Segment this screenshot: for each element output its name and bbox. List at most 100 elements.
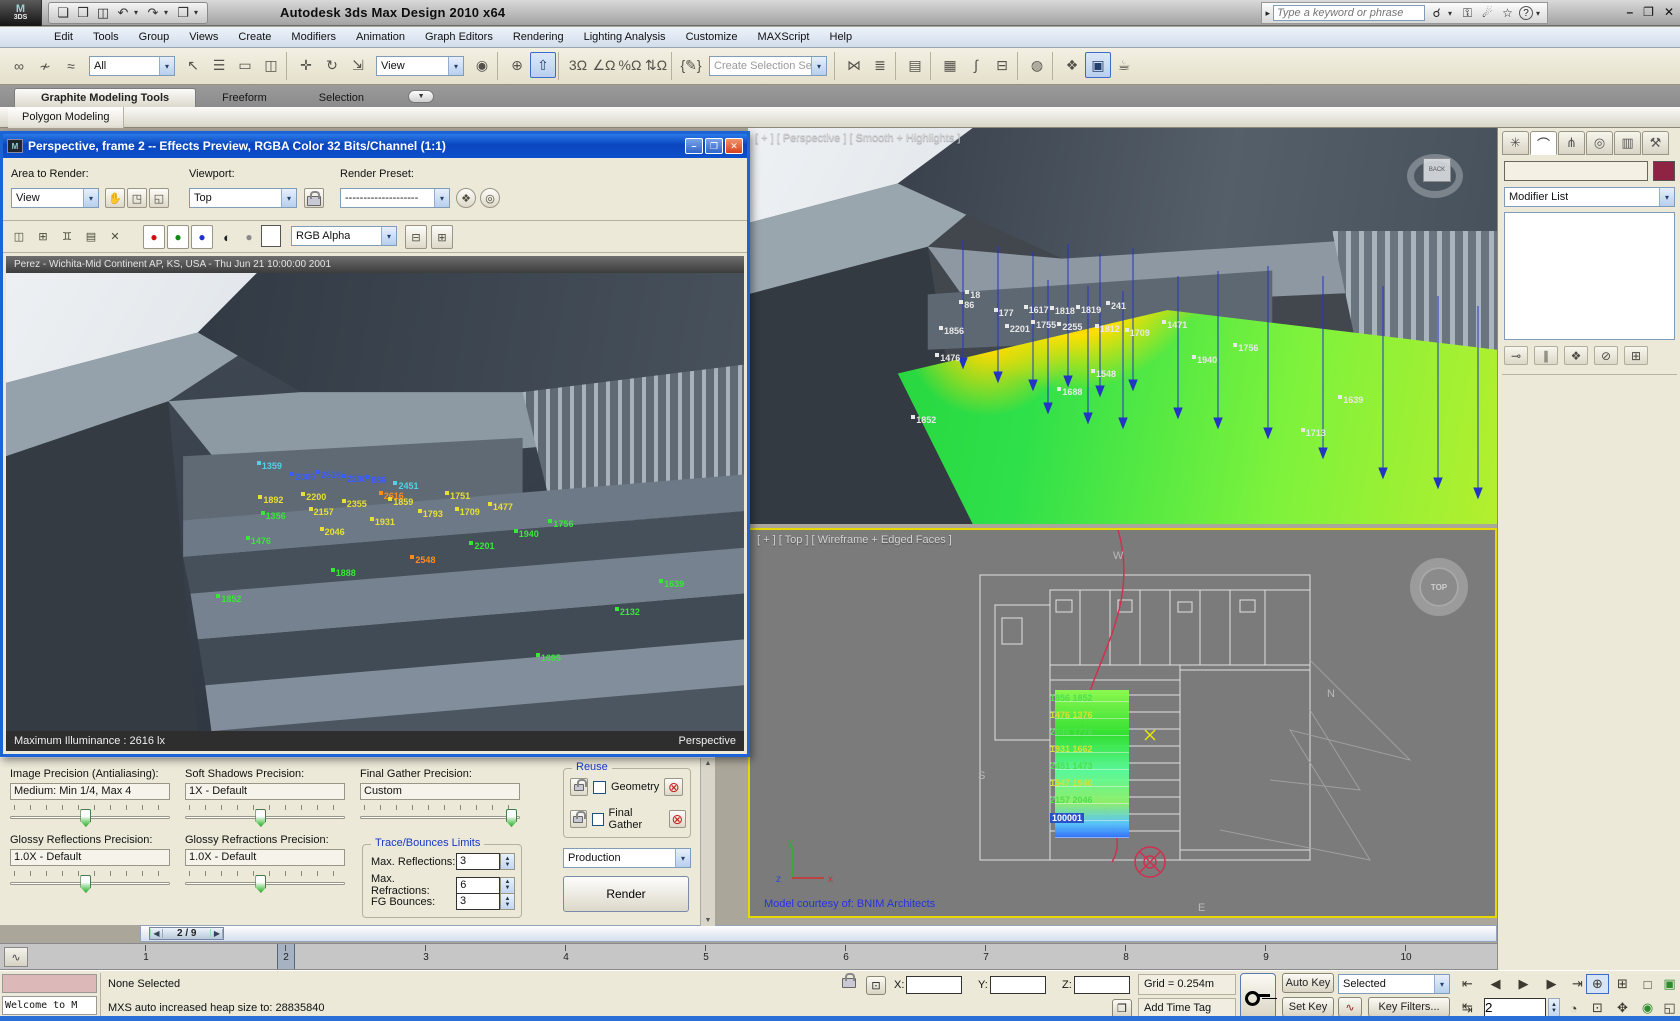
undo-icon[interactable]: ↶ <box>114 4 132 22</box>
default-tangents-button[interactable]: ∿ <box>1338 997 1362 1017</box>
menu-customize[interactable]: Customize <box>676 28 748 46</box>
select-object-icon[interactable]: ↖ <box>180 52 206 78</box>
time-slider-handle[interactable]: ◀ 2 / 9 ▶ <box>149 927 224 940</box>
play-animation-icon[interactable]: ▶ <box>1512 974 1535 994</box>
search-dropdown-icon[interactable]: ▾ <box>1448 9 1456 18</box>
close-icon[interactable]: ✕ <box>725 138 743 154</box>
max-refractions-field[interactable]: 6 <box>456 877 500 894</box>
copy-image-icon[interactable]: ⊞ <box>33 226 53 246</box>
percent-snap-icon[interactable]: %Ω <box>617 52 643 78</box>
monochrome-button[interactable]: ◐ <box>217 225 237 249</box>
ribbon-tab-graphite-modeling-tools[interactable]: Graphite Modeling Tools <box>14 88 196 107</box>
rendered-frame-window-icon[interactable]: ▣ <box>1085 52 1111 78</box>
bind-to-space-warp-icon[interactable]: ≈ <box>58 53 84 79</box>
selection-filter-dropdown[interactable]: All ▾ <box>89 56 175 76</box>
communication-center-icon[interactable]: ☄ <box>1479 5 1496 22</box>
close-window-icon[interactable]: ✕ <box>1664 5 1674 19</box>
time-configuration-icon[interactable]: ◔ <box>1562 998 1585 1018</box>
zoom-all-icon[interactable]: ⊞ <box>1611 974 1634 994</box>
pan-view-icon[interactable]: ✥ <box>1611 998 1634 1018</box>
zoom-region-icon[interactable]: ⊡ <box>1586 998 1609 1018</box>
absolute-offset-toggle[interactable]: ⊡ <box>866 976 886 995</box>
save-file-icon[interactable]: ◫ <box>94 4 112 22</box>
polygon-modeling-panel-tab[interactable]: Polygon Modeling <box>8 107 124 128</box>
set-key-button[interactable]: Set Key <box>1282 997 1334 1017</box>
key-filters-button[interactable]: Key Filters... <box>1368 997 1450 1017</box>
area-to-render-dropdown[interactable]: View ▾ <box>11 188 99 208</box>
modifier-list-dropdown[interactable]: Modifier List ▾ <box>1504 187 1675 207</box>
ribbon-minimize-icon[interactable]: ▼ <box>408 90 434 103</box>
edit-region-button[interactable]: ◳ <box>127 188 147 208</box>
ribbon-tab-freeform[interactable]: Freeform <box>196 89 293 107</box>
menu-views[interactable]: Views <box>179 28 228 46</box>
favorites-star-icon[interactable]: ☆ <box>1499 5 1516 22</box>
viewport-perspective[interactable]: 1886177161718181819241220117552255181217… <box>748 128 1497 524</box>
use-pivot-point-center-icon[interactable]: ◉ <box>469 52 495 78</box>
max-reflections-field[interactable]: 3 <box>456 853 500 870</box>
lock-geometry-button[interactable] <box>570 778 588 796</box>
green-channel-button[interactable]: ● <box>167 225 189 249</box>
render-production-icon[interactable]: ☕ <box>1111 52 1137 78</box>
tab-motion[interactable]: ◎ <box>1586 131 1613 155</box>
render-mode-dropdown[interactable]: Production ▾ <box>563 848 691 868</box>
show-end-result-icon[interactable]: ∥ <box>1534 346 1558 365</box>
ribbon-tab-selection[interactable]: Selection <box>293 89 390 107</box>
soft-shadows-slider[interactable] <box>185 803 345 829</box>
project-toolbar-icon[interactable]: ❐ <box>174 4 192 22</box>
subscription-key-icon[interactable]: ⚿ <box>1459 5 1476 22</box>
slider-handle[interactable] <box>255 809 266 827</box>
spinner[interactable]: ▲▼ <box>500 877 515 894</box>
schematic-view-icon[interactable]: ⊟ <box>989 52 1015 78</box>
material-editor-icon[interactable]: ◍ <box>1024 52 1050 78</box>
spinner[interactable]: ▲▼ <box>500 893 515 910</box>
image-precision-slider[interactable] <box>10 803 170 829</box>
layers-dialog-icon[interactable]: ⊟ <box>405 225 427 249</box>
make-unique-icon[interactable]: ❖ <box>1564 346 1588 365</box>
slider-handle[interactable] <box>80 809 91 827</box>
maximize-icon[interactable]: ❐ <box>705 138 723 154</box>
track-bar[interactable]: ∿ 12345678910 <box>0 943 1497 970</box>
select-by-name-icon[interactable]: ☰ <box>206 52 232 78</box>
go-to-start-icon[interactable]: ⇤ <box>1456 974 1479 994</box>
render-setup-button[interactable]: ❖ <box>456 188 476 208</box>
select-and-manipulate-icon[interactable]: ⊕ <box>504 52 530 78</box>
set-keys-button[interactable] <box>1240 973 1276 1019</box>
lock-final-gather-button[interactable] <box>570 810 587 828</box>
settings-scrollbar[interactable]: ▲ ▼ <box>700 758 715 926</box>
frame-spinner[interactable]: ▲▼ <box>1548 998 1560 1017</box>
window-crossing-icon[interactable]: ◫ <box>258 52 284 78</box>
select-and-rotate-icon[interactable]: ↻ <box>319 52 345 78</box>
orbit-icon[interactable]: ◉ <box>1636 998 1659 1018</box>
snaps-toggle-icon[interactable]: 3Ω <box>565 52 591 78</box>
maximize-viewport-toggle-icon[interactable]: ◱ <box>1658 998 1680 1018</box>
render-setup-icon[interactable]: ❖ <box>1059 52 1085 78</box>
viewport-label[interactable]: [ + ] [ Perspective ] [ Smooth + Highlig… <box>755 132 960 144</box>
rectangular-selection-region-icon[interactable]: ▭ <box>232 52 258 78</box>
tab-hierarchy[interactable]: ⋔ <box>1558 131 1585 155</box>
lock-viewport-button[interactable] <box>304 188 324 208</box>
keyboard-shortcut-override-icon[interactable]: ⇧ <box>530 52 556 78</box>
scroll-down-icon[interactable]: ▼ <box>705 917 712 924</box>
select-and-scale-icon[interactable]: ⇲ <box>345 52 371 78</box>
final-gather-checkbox[interactable] <box>592 813 604 826</box>
fg-bounces-field[interactable]: 3 <box>456 893 500 910</box>
menu-modifiers[interactable]: Modifiers <box>281 28 346 46</box>
red-channel-button[interactable]: ● <box>143 225 165 249</box>
minimize-icon[interactable]: – <box>685 138 703 154</box>
final-gather-slider[interactable] <box>360 803 520 829</box>
menu-tools[interactable]: Tools <box>83 28 129 46</box>
reference-coordinate-system-dropdown[interactable]: View ▾ <box>376 56 464 76</box>
select-and-link-icon[interactable]: ∞ <box>6 53 32 79</box>
object-name-field[interactable] <box>1504 161 1648 181</box>
menu-group[interactable]: Group <box>129 28 180 46</box>
help-icon[interactable]: ? <box>1519 6 1533 20</box>
next-frame-arrow-icon[interactable]: ▶ <box>210 929 223 938</box>
next-frame-icon[interactable]: ▶ <box>1540 974 1563 994</box>
zoom-icon[interactable]: ⊕ <box>1586 974 1609 994</box>
render-button[interactable]: Render <box>563 876 689 912</box>
slider-handle[interactable] <box>80 875 91 893</box>
time-slider[interactable]: ◀ 2 / 9 ▶ <box>140 925 1497 942</box>
minimize-window-icon[interactable]: – <box>1626 5 1633 19</box>
toggle-ui-icon[interactable]: ⊞ <box>431 225 453 249</box>
rendered-frame-window-title-bar[interactable]: M Perspective, frame 2 -- Effects Previe… <box>3 134 747 158</box>
